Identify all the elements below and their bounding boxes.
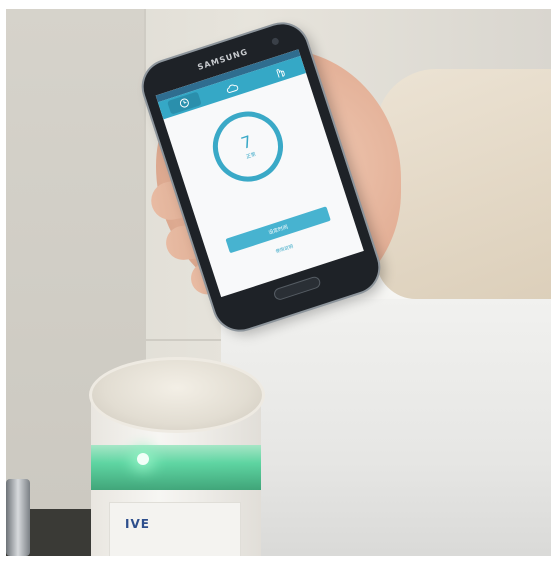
- tile-grout: [144, 9, 146, 339]
- sensor-device: IVE: [89, 357, 269, 556]
- set-time-button[interactable]: 设定时间: [225, 206, 331, 254]
- device-top: [89, 357, 265, 433]
- counter-value: 7: [238, 131, 255, 153]
- device-logo: IVE: [125, 517, 150, 531]
- home-button[interactable]: [273, 276, 321, 301]
- bathtub: [221, 299, 551, 556]
- clock-icon: [179, 98, 189, 108]
- counter-label: 正常: [245, 151, 257, 160]
- device-light-band: [91, 445, 261, 490]
- cloud-icon: [226, 84, 239, 93]
- smartphone: SAMSUNG 7 正常 设定时间 使用说明: [136, 17, 386, 337]
- hand-icon: [276, 68, 285, 78]
- led-light: [137, 453, 149, 465]
- counter-ring: 7 正常: [203, 102, 293, 191]
- photo-scene: IVE SAMSUNG 7 正常 设定时间 使用说明: [6, 9, 551, 556]
- faucet: [6, 479, 30, 556]
- tile-grout: [6, 339, 236, 341]
- sweater-sleeve: [376, 69, 551, 299]
